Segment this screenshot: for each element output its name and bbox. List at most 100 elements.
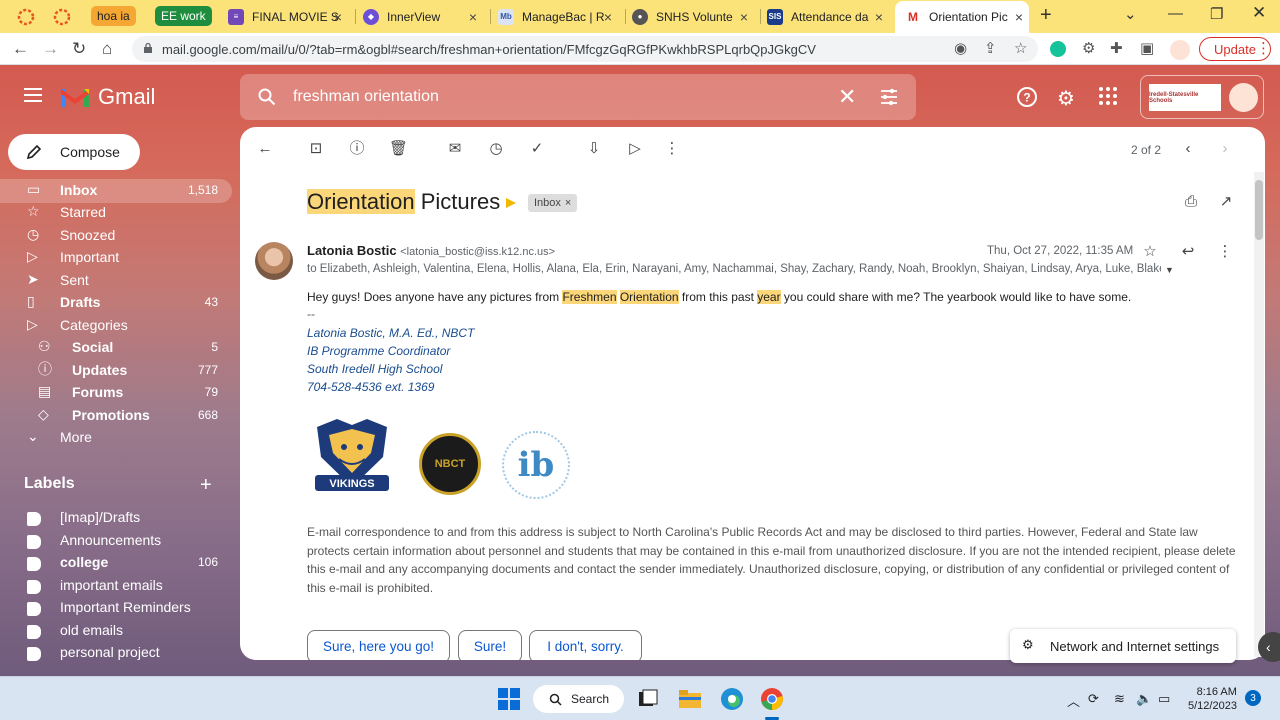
smart-reply-button[interactable]: Sure!	[458, 630, 522, 660]
system-clock[interactable]: 8:16 AM 5/12/2023	[1188, 685, 1237, 713]
clear-search-icon[interactable]: ✕	[838, 84, 856, 110]
battery-icon[interactable]: ▭	[1158, 691, 1170, 707]
label-item[interactable]: old emails	[0, 619, 232, 641]
print-icon[interactable]: ⎙	[1182, 193, 1200, 211]
edge-icon[interactable]	[720, 687, 744, 711]
taskbar-search[interactable]: Search	[533, 685, 624, 713]
smart-reply-button[interactable]: Sure, here you go!	[307, 630, 450, 660]
sidebar-item-inbox[interactable]: ▭ Inbox 1,518	[0, 179, 232, 203]
close-window-icon[interactable]: ✕	[1252, 3, 1266, 23]
sidebar-item-important[interactable]: ▷ Important	[0, 246, 232, 268]
chrome-icon[interactable]	[760, 687, 784, 711]
tab-ring-1[interactable]	[16, 7, 36, 27]
tab-group-hoa-ia[interactable]: hoa ia	[91, 6, 136, 26]
windows-start-icon[interactable]	[497, 687, 521, 711]
archive-icon[interactable]: ⊡	[307, 140, 325, 158]
tab-final-movie[interactable]: ≡ FINAL MOVIE S ×	[228, 4, 348, 29]
sidebar-item-snoozed[interactable]: ◷ Snoozed	[0, 224, 232, 246]
report-spam-icon[interactable]: ⓘ	[348, 140, 366, 158]
side-panel-toggle-icon[interactable]: ‹	[1258, 632, 1280, 662]
tab-attendance[interactable]: SIS Attendance da ×	[767, 4, 889, 29]
new-tab-button[interactable]: +	[1040, 4, 1052, 27]
star-icon[interactable]: ☆	[1141, 243, 1159, 261]
search-icon[interactable]	[258, 88, 276, 106]
reply-icon[interactable]: ↩	[1179, 243, 1197, 261]
search-input[interactable]: freshman orientation	[293, 88, 439, 106]
snooze-icon[interactable]: ◷	[487, 140, 505, 158]
close-icon[interactable]: ×	[469, 9, 477, 25]
more-vert-icon[interactable]: ⋮	[1256, 39, 1271, 57]
label-item[interactable]: Announcements	[0, 529, 232, 551]
search-bar[interactable]: freshman orientation ✕	[240, 74, 916, 120]
newer-chevron-icon[interactable]: ‹	[1179, 140, 1197, 158]
sidebar-item-sent[interactable]: ➤ Sent	[0, 269, 232, 291]
recipients-list[interactable]: to Elizabeth, Ashleigh, Valentina, Elena…	[307, 263, 1161, 275]
task-view-icon[interactable]	[636, 687, 660, 711]
label-item[interactable]: college 106	[0, 551, 232, 573]
email-scrollbar[interactable]	[1254, 172, 1264, 657]
network-settings-tooltip[interactable]: ⚙ Network and Internet settings	[1010, 629, 1236, 663]
account-switcher[interactable]: Iredell-Statesville Schools	[1140, 75, 1264, 119]
close-icon[interactable]: ×	[604, 9, 612, 25]
label-item[interactable]: important emails	[0, 574, 232, 596]
close-icon[interactable]: ×	[875, 9, 883, 25]
extension-icon[interactable]: ⚙	[1082, 39, 1095, 57]
recipients-expand-icon[interactable]: ▼	[1165, 265, 1174, 275]
puzzle-icon[interactable]: ✚	[1110, 39, 1123, 57]
mark-unread-icon[interactable]: ✉	[446, 140, 464, 158]
tab-innerview[interactable]: ◆ InnerView ×	[363, 4, 483, 29]
file-explorer-icon[interactable]	[678, 687, 702, 711]
sidebar-item-updates[interactable]: ⓘ Updates 777	[0, 359, 232, 381]
close-icon[interactable]: ×	[740, 9, 748, 25]
main-menu-icon[interactable]	[24, 88, 42, 102]
tab-search-chevron-icon[interactable]: ⌄	[1124, 5, 1137, 23]
notification-badge[interactable]: 3	[1245, 690, 1261, 706]
wifi-icon[interactable]: ≋	[1114, 691, 1125, 707]
sidebar-item-more[interactable]: ⌄ More	[0, 426, 232, 448]
tab-snhs[interactable]: ● SNHS Volunte ×	[632, 4, 754, 29]
search-options-icon[interactable]	[880, 88, 898, 106]
tab-ring-2[interactable]	[52, 7, 72, 27]
close-icon[interactable]: ×	[334, 9, 342, 25]
label-icon[interactable]: ▷	[626, 140, 644, 158]
compose-button[interactable]: Compose	[8, 134, 140, 170]
sync-icon[interactable]: ⟳	[1088, 691, 1099, 707]
forward-icon[interactable]: →	[42, 39, 59, 59]
share-icon[interactable]: ⇪	[984, 39, 997, 57]
minimize-icon[interactable]: —	[1168, 5, 1183, 22]
label-item[interactable]: personal project	[0, 641, 232, 663]
sender-avatar[interactable]	[255, 242, 293, 280]
volume-icon[interactable]: 🔈	[1136, 691, 1152, 707]
add-task-icon[interactable]: ✓	[528, 140, 546, 158]
restore-icon[interactable]: ❐	[1210, 5, 1223, 23]
inbox-label-chip[interactable]: Inbox ×	[528, 194, 578, 212]
importance-marker-icon[interactable]	[506, 198, 516, 208]
apps-grid-icon[interactable]	[1098, 86, 1118, 112]
home-icon[interactable]: ⌂	[102, 39, 112, 59]
back-to-search-icon[interactable]: ←	[256, 140, 274, 158]
eye-icon[interactable]: ◉	[954, 39, 967, 57]
tab-group-ee-work[interactable]: EE work	[155, 6, 212, 26]
grammarly-icon[interactable]	[1050, 41, 1066, 57]
profile-avatar[interactable]	[1170, 40, 1190, 60]
sidebar-item-starred[interactable]: ☆ Starred	[0, 201, 232, 223]
sidebar-item-categories[interactable]: ▷ Categories	[0, 314, 232, 336]
tab-managebac[interactable]: Mb ManageBac | R ×	[498, 4, 618, 29]
create-label-icon[interactable]: +	[200, 474, 212, 497]
settings-gear-icon[interactable]: ⚙	[1057, 86, 1075, 111]
close-icon[interactable]: ×	[1015, 9, 1023, 25]
move-to-icon[interactable]: ⇩	[585, 140, 603, 158]
tab-orientation-active[interactable]: M Orientation Pic ×	[895, 1, 1029, 33]
more-options-icon[interactable]: ⋮	[663, 140, 681, 158]
address-bar[interactable]: mail.google.com/mail/u/0/?tab=rm&ogbl#se…	[132, 36, 1038, 62]
older-chevron-icon[interactable]: ›	[1216, 140, 1234, 158]
account-avatar[interactable]	[1229, 83, 1258, 112]
sidepanel-icon[interactable]: ▣	[1140, 39, 1154, 57]
open-new-window-icon[interactable]: ↗	[1217, 193, 1235, 211]
message-more-icon[interactable]: ⋮	[1216, 243, 1234, 261]
gmail-logo[interactable]: Gmail	[60, 84, 155, 110]
email-scroll-thumb[interactable]	[1255, 180, 1263, 240]
label-item[interactable]: Important Reminders	[0, 596, 232, 618]
delete-icon[interactable]: 🗑	[389, 140, 408, 158]
sidebar-item-social[interactable]: ⚇ Social 5	[0, 336, 232, 358]
